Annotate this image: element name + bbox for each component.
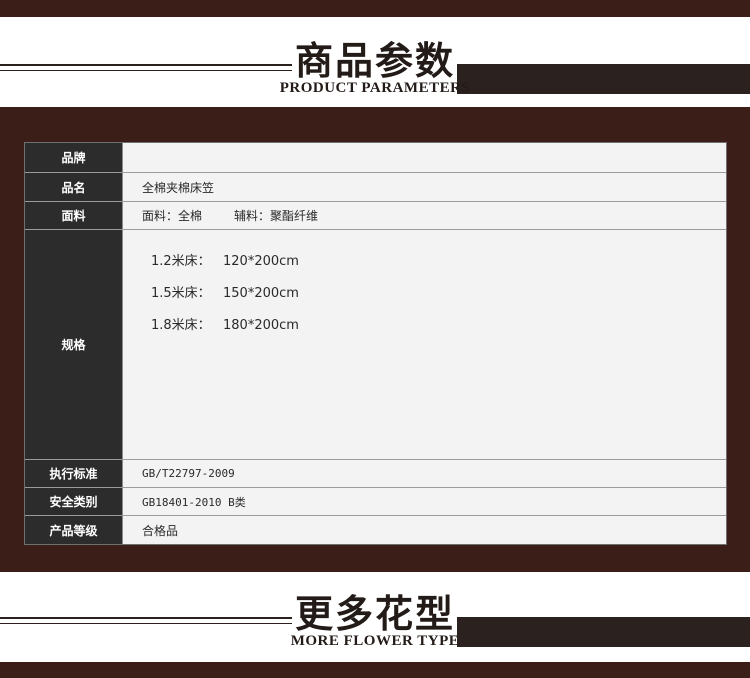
- row-label: 产品等级: [25, 516, 123, 544]
- row-label: 执行标准: [25, 460, 123, 487]
- row-label: 面料: [25, 202, 123, 229]
- table-row-grade: 产品等级 合格品: [25, 516, 726, 544]
- row-label: 安全类别: [25, 488, 123, 515]
- product-parameters-header: 商品参数 PRODUCT PARAMETERS: [0, 17, 750, 107]
- bottom-band: [0, 662, 750, 678]
- fabric-main: 面料：全棉: [142, 209, 203, 223]
- top-band: [0, 0, 750, 17]
- spec-item: 1.8米床： 180*200cm: [151, 314, 299, 346]
- spec-dimension: 180*200cm: [223, 318, 299, 333]
- row-value: 合格品: [142, 523, 179, 538]
- spec-dimension: 120*200cm: [223, 254, 299, 269]
- section-title-en: PRODUCT PARAMETERS: [279, 80, 471, 96]
- spec-dimension: 150*200cm: [223, 286, 299, 301]
- row-value: GB18401-2010 B类: [142, 495, 246, 509]
- table-row-product-name: 品名 全棉夹棉床笠: [25, 173, 726, 202]
- table-row-safety-category: 安全类别 GB18401-2010 B类: [25, 488, 726, 516]
- spec-item: 1.5米床： 150*200cm: [151, 282, 299, 314]
- section-title-cn: 更多花型: [294, 591, 455, 636]
- row-value: 面料：全棉 辅料：聚酯纤维: [142, 202, 318, 229]
- row-value: GB/T22797-2009: [142, 467, 235, 480]
- row-label: 品牌: [25, 143, 123, 172]
- more-flower-type-header: 更多花型 MORE FLOWER TYPE: [0, 572, 750, 662]
- parameters-table: 品牌 品名 全棉夹棉床笠 面料 面料：全棉 辅料：聚酯纤维 规格 1.2米床： 1…: [24, 142, 727, 545]
- row-value: 全棉夹棉床笠: [142, 180, 215, 195]
- section-title-en: MORE FLOWER TYPE: [290, 633, 460, 649]
- spec-list: 1.2米床： 120*200cm 1.5米床： 150*200cm 1.8米床： 18…: [151, 250, 299, 346]
- row-label: 品名: [25, 173, 123, 201]
- spec-size: 1.5米床：: [151, 286, 211, 301]
- table-row-specifications: 规格 1.2米床： 120*200cm 1.5米床： 150*200cm 1.8米床…: [25, 230, 726, 460]
- spec-item: 1.2米床： 120*200cm: [151, 250, 299, 282]
- row-label: 规格: [25, 230, 123, 459]
- table-row-fabric: 面料 面料：全棉 辅料：聚酯纤维: [25, 202, 726, 230]
- fabric-aux: 辅料：聚酯纤维: [234, 209, 319, 223]
- section-title-cn: 商品参数: [294, 38, 455, 83]
- spec-size: 1.2米床：: [151, 254, 211, 269]
- spec-size: 1.8米床：: [151, 318, 211, 333]
- table-row-standard: 执行标准 GB/T22797-2009: [25, 460, 726, 488]
- table-row-brand: 品牌: [25, 143, 726, 173]
